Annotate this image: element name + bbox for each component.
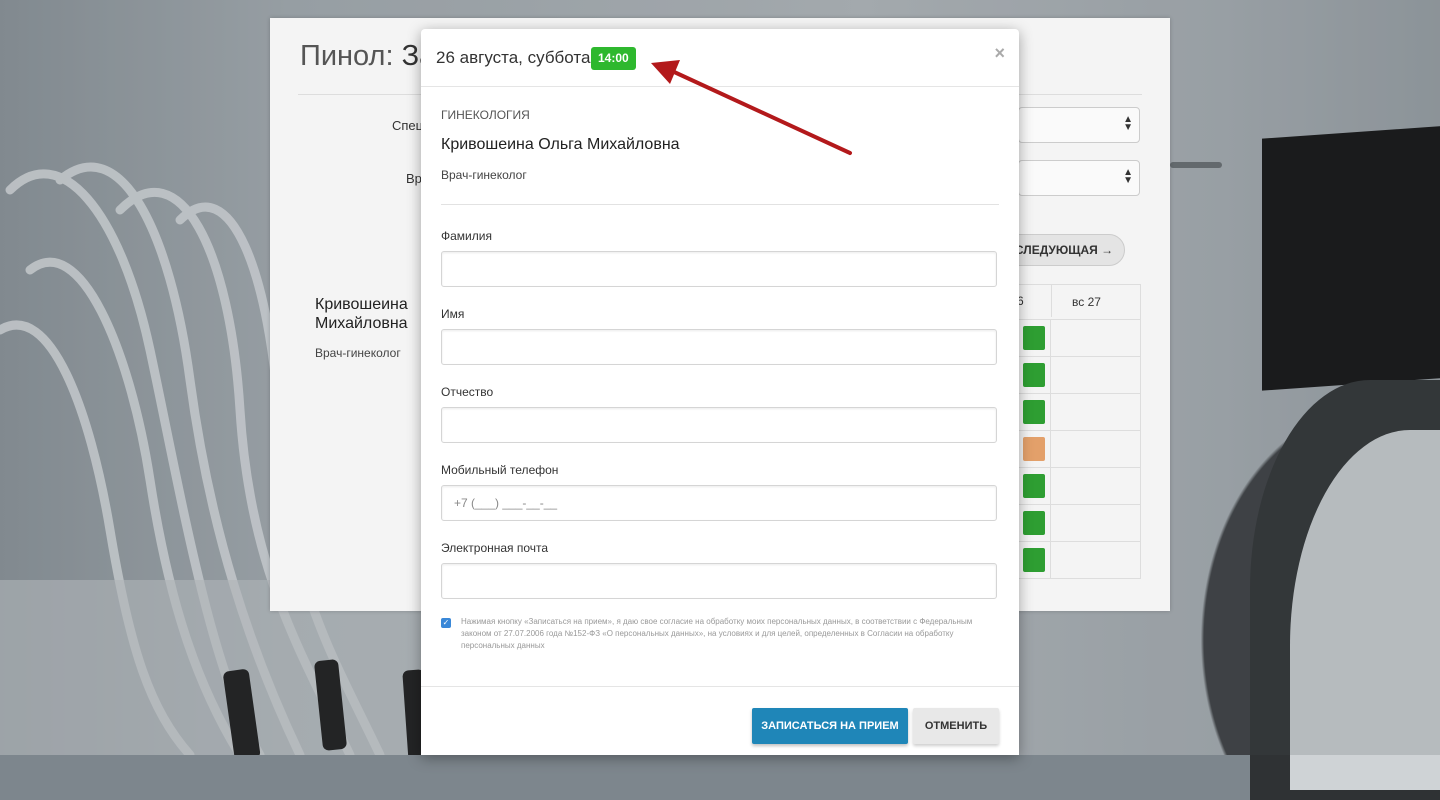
grid-separator — [1050, 542, 1051, 578]
specialty-select[interactable]: ▲ ▼ — [1018, 107, 1140, 143]
modal-divider — [441, 204, 999, 205]
submit-appointment-button[interactable]: ЗАПИСАТЬСЯ НА ПРИЕМ — [752, 708, 908, 744]
time-slot[interactable] — [1023, 474, 1045, 498]
modal-footer-divider — [421, 686, 1019, 687]
time-slot[interactable] — [1023, 511, 1045, 535]
select-arrows-icon: ▲ ▼ — [1123, 167, 1133, 186]
schedule-row — [1001, 431, 1141, 468]
grid-separator — [1050, 505, 1051, 541]
modal-title: 26 августа, суббота — [436, 48, 591, 67]
consent-checkbox[interactable]: ✓ — [441, 618, 451, 628]
doctor-name-line2: Михайловна — [315, 315, 408, 332]
email-label: Электронная почта — [441, 541, 549, 555]
time-slot[interactable] — [1023, 326, 1045, 350]
grid-separator — [1050, 468, 1051, 504]
email-input[interactable] — [441, 563, 997, 599]
grid-separator — [1050, 394, 1051, 430]
time-badge: 14:00 — [591, 47, 636, 70]
doctor-name: Кривошеина Михайловна — [315, 295, 408, 333]
middle-name-input[interactable] — [441, 407, 997, 443]
doctor-select[interactable]: ▲ ▼ — [1018, 160, 1140, 196]
page-title: Пинол: За — [300, 40, 435, 73]
close-icon[interactable]: × — [994, 43, 1005, 64]
select-arrows-icon: ▲ ▼ — [1123, 114, 1133, 133]
modal-doctor-name: Кривошеина Ольга Михайловна — [441, 136, 680, 153]
grid-separator — [1050, 320, 1051, 356]
day-header-sunday: вс 27 — [1051, 285, 1101, 317]
schedule-row — [1001, 357, 1141, 394]
first-name-input[interactable] — [441, 329, 997, 365]
specialty-title: ГИНЕКОЛОГИЯ — [441, 108, 530, 122]
schedule-row — [1001, 505, 1141, 542]
time-slot[interactable] — [1023, 400, 1045, 424]
schedule-row — [1001, 394, 1141, 431]
schedule-rows — [1001, 320, 1141, 579]
schedule-header: 6 вс 27 — [1001, 284, 1141, 320]
time-slot[interactable] — [1023, 363, 1045, 387]
time-slot[interactable] — [1023, 548, 1045, 572]
grid-separator — [1050, 357, 1051, 393]
schedule-row — [1001, 320, 1141, 357]
last-name-input[interactable] — [441, 251, 997, 287]
consent-text: Нажимая кнопку «Записаться на прием», я … — [461, 617, 973, 650]
doctor-label: Вр — [406, 171, 422, 186]
doctor-name-line1: Кривошеина — [315, 296, 408, 313]
doctor-role: Врач-гинеколог — [315, 346, 401, 360]
next-week-button[interactable]: СЛЕДУЮЩАЯ → — [1003, 234, 1125, 266]
schedule-row — [1001, 542, 1141, 579]
phone-label: Мобильный телефон — [441, 463, 559, 477]
time-slot[interactable] — [1023, 437, 1045, 461]
phone-input[interactable] — [441, 485, 997, 521]
modal-header: 26 августа, суббота 14:00 × — [421, 29, 1019, 87]
cancel-button[interactable]: ОТМЕНИТЬ — [913, 708, 999, 744]
specialty-label: Спец — [392, 118, 424, 133]
schedule-grid: 6 вс 27 — [1000, 284, 1141, 579]
modal-doctor-role: Врач-гинеколог — [441, 168, 527, 182]
last-name-label: Фамилия — [441, 229, 492, 243]
schedule-row — [1001, 468, 1141, 505]
appointment-modal: 26 августа, суббота 14:00 × ГИНЕКОЛОГИЯ … — [421, 29, 1019, 755]
page-title-prefix: Пинол: — [300, 40, 394, 72]
first-name-label: Имя — [441, 307, 465, 321]
grid-separator — [1050, 431, 1051, 467]
middle-name-label: Отчество — [441, 385, 494, 399]
